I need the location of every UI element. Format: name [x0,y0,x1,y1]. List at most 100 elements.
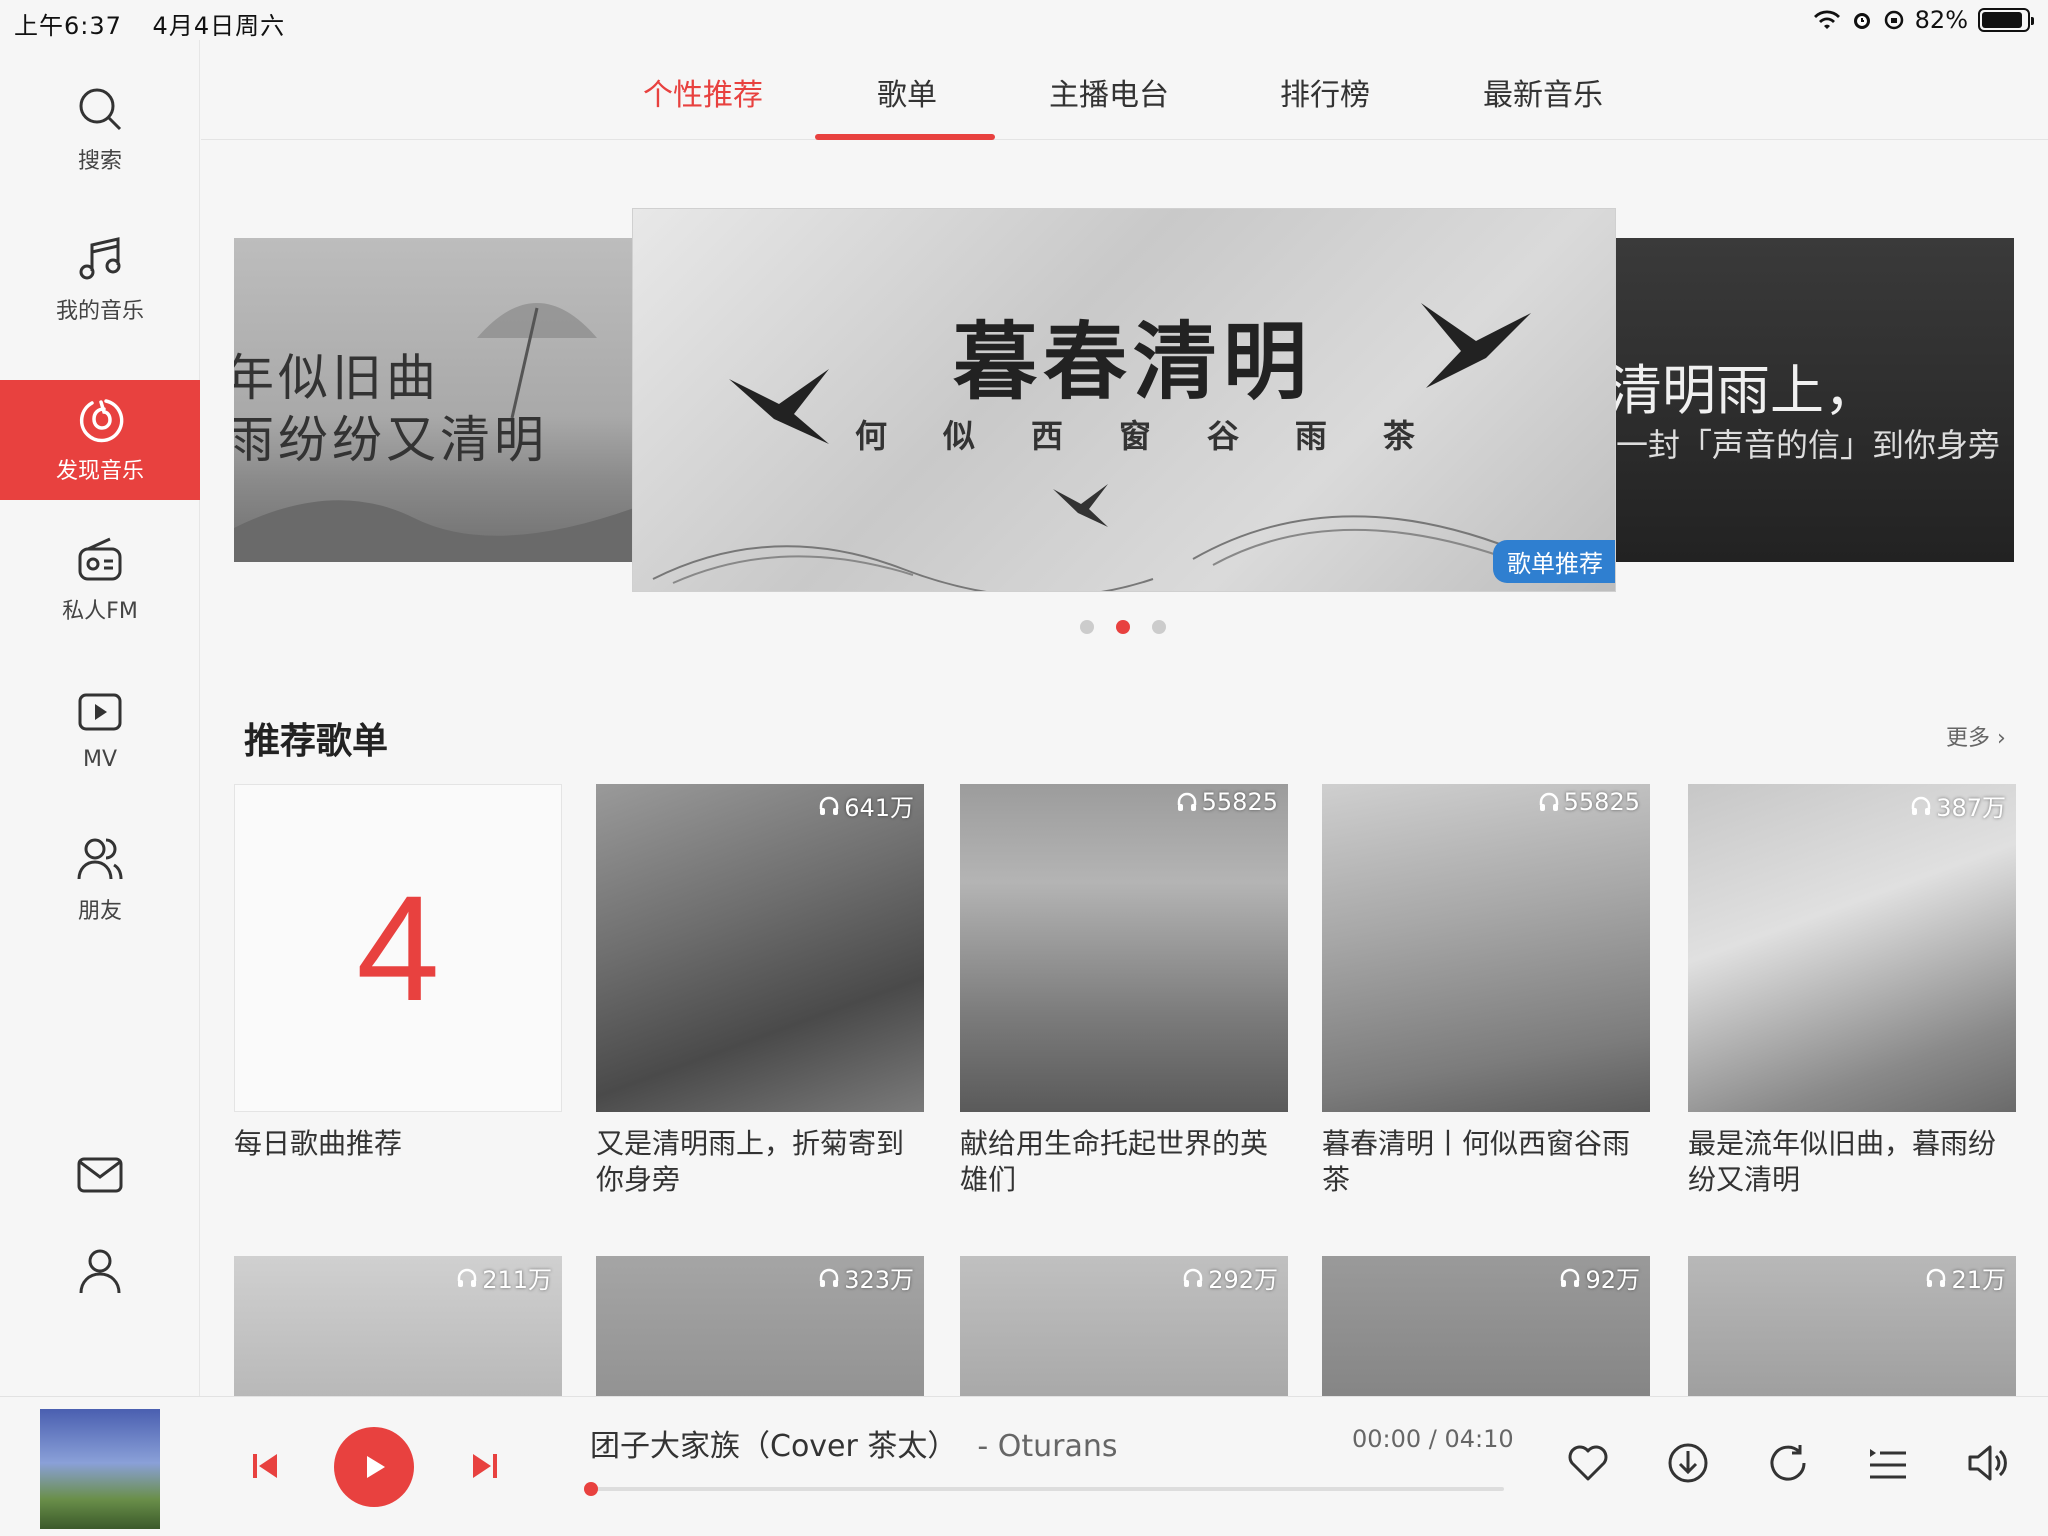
carousel-dot[interactable] [1080,620,1094,634]
previous-track-icon[interactable] [250,1451,280,1481]
sidebar-item-mv[interactable]: MV [0,670,200,790]
top-tabs: 个性推荐 歌单 主播电台 排行榜 最新音乐 [201,40,2048,140]
next-track-icon[interactable] [470,1451,500,1481]
sidebar-item-messages[interactable] [0,1140,200,1220]
song-title: 团子大家族（Cover 茶太） [590,1429,958,1464]
headphones-icon [1177,792,1196,811]
play-count-value: 641万 [844,794,914,822]
user-icon [79,1249,121,1294]
carousel-dot[interactable] [1152,620,1166,634]
play-count: 641万 [818,788,914,823]
banner-subtitle-char: 窗 [1118,417,1151,455]
chevron-right-icon: › [1997,726,2006,751]
sidebar-item-label: 朋友 [77,899,122,924]
headphones-icon [1561,1268,1580,1287]
mountain-illustration [234,500,634,562]
banner-right-line2: 一封「声音的信」到你身旁 [1616,426,2001,464]
wifi-icon [1813,10,1840,29]
sidebar-item-profile[interactable] [0,1236,200,1316]
battery-percent: 82% [1914,6,1968,34]
tab-dj-radio[interactable]: 主播电台 [1049,70,1169,114]
sidebar-item-label: 发现音乐 [55,459,144,484]
netease-logo-icon [79,399,124,443]
play-count-value: 55825 [1563,788,1640,816]
playlist-card[interactable]: 55825 暮春清明丨何似西窗谷雨茶 [1322,784,1650,1198]
playlist-cover: 55825 [960,784,1288,1112]
play-count-value: 387万 [1936,794,2006,822]
play-count: 92万 [1559,1260,1640,1295]
headphones-icon [1183,1268,1203,1287]
more-label: 更多 [1946,726,1991,751]
play-count: 211万 [456,1260,552,1295]
play-count-value: 323万 [844,1266,914,1294]
search-icon [79,88,122,131]
playlist-card-daily[interactable]: 4 每日歌曲推荐 [234,784,562,1198]
sidebar-item-friends[interactable]: 朋友 [0,820,200,940]
play-count-value: 292万 [1208,1266,1278,1294]
banner-slide-prev[interactable]: 年似旧曲 雨纷纷又清明 [234,238,634,562]
play-count: 55825 [1538,788,1640,816]
daily-cover: 4 [234,784,562,1112]
banner-subtitle-char: 茶 [1382,417,1415,455]
daily-date-number: 4 [356,863,440,1032]
radio-icon [78,537,122,581]
headphones-icon [819,1268,839,1287]
download-icon[interactable] [1666,1441,1710,1485]
playlist-cover: 641万 [596,784,924,1112]
tab-recommend[interactable]: 个性推荐 [643,70,763,114]
banner-slide-next[interactable]: 清明雨上， 一封「声音的信」到你身旁 [1616,238,2014,562]
repeat-icon[interactable] [1766,1441,1810,1485]
sidebar-item-discover[interactable]: 发现音乐 [0,380,200,500]
umbrella-illustration [477,303,597,418]
playlist-card[interactable]: 641万 又是清明雨上，折菊寄到你身旁 [596,784,924,1198]
play-count-value: 21万 [1951,1266,2006,1294]
tab-new-music[interactable]: 最新音乐 [1483,70,1603,114]
play-count: 323万 [818,1260,914,1295]
play-count: 292万 [1182,1260,1278,1295]
headphones-icon [819,796,839,815]
sidebar-item-search[interactable]: 搜索 [0,70,200,190]
carousel-dot-active[interactable] [1116,620,1130,634]
playlist-card[interactable]: 55825 献给用生命托起世界的英雄们 [960,784,1288,1198]
play-count-value: 55825 [1201,788,1278,816]
banner-subtitle-char: 雨 [1294,417,1327,455]
tab-charts[interactable]: 排行榜 [1280,70,1370,114]
more-link[interactable]: 更多 › [1946,720,2006,752]
player-bar: 团子大家族（Cover 茶太） - Oturans 00:00 / 04:10 [0,1396,2048,1536]
carousel-dots [1080,620,1166,634]
banner-right-line1: 清明雨上， [1616,359,1878,422]
time-display: 00:00 / 04:10 [1352,1425,1514,1453]
status-bar: 上午6:37 4月4日周六 82% [0,0,2048,40]
headphones-icon [1927,1268,1946,1287]
song-artist: - Oturans [977,1429,1118,1464]
sidebar-item-my-music[interactable]: 我的音乐 [0,220,200,340]
headphones-icon [1911,796,1931,815]
sidebar: 搜索 我的音乐 发现音乐 私人FM MV 朋友 [0,40,200,1396]
progress-bar[interactable] [584,1482,1504,1496]
banner-subtitle-char: 谷 [1206,417,1239,455]
headphones-icon [457,1268,477,1287]
album-art[interactable] [40,1409,160,1529]
headphones-icon [1539,792,1558,811]
sidebar-item-label: MV [82,746,118,772]
status-time: 上午6:37 [14,12,122,40]
playlist-cover: 387万 [1688,784,2016,1112]
section-title: 推荐歌单 [244,721,389,762]
play-count-value: 211万 [482,1266,552,1294]
hills-illustration [652,515,1514,591]
play-button[interactable] [334,1427,414,1507]
play-count: 55825 [1176,788,1278,816]
playlist-card[interactable]: 387万 最是流年似旧曲，暮雨纷纷又清明 [1688,784,2016,1198]
progress-knob[interactable] [584,1482,598,1496]
playlist-name: 每日歌曲推荐 [234,1127,403,1160]
sidebar-item-fm[interactable]: 私人FM [0,520,200,640]
banner-slide-current[interactable]: 暮春清明 何 似 西 窗 谷 雨 茶 歌单推荐 [632,208,1616,592]
friends-icon [77,838,123,880]
playlist-name: 又是清明雨上，折菊寄到你身旁 [596,1127,905,1196]
tab-playlists[interactable]: 歌单 [877,70,937,114]
banner-subtitle-char: 何 [855,417,888,455]
rotation-lock-icon [1884,10,1903,30]
volume-icon[interactable] [1966,1441,2010,1485]
playlist-queue-icon[interactable] [1866,1441,1910,1485]
heart-icon[interactable] [1566,1441,1610,1485]
